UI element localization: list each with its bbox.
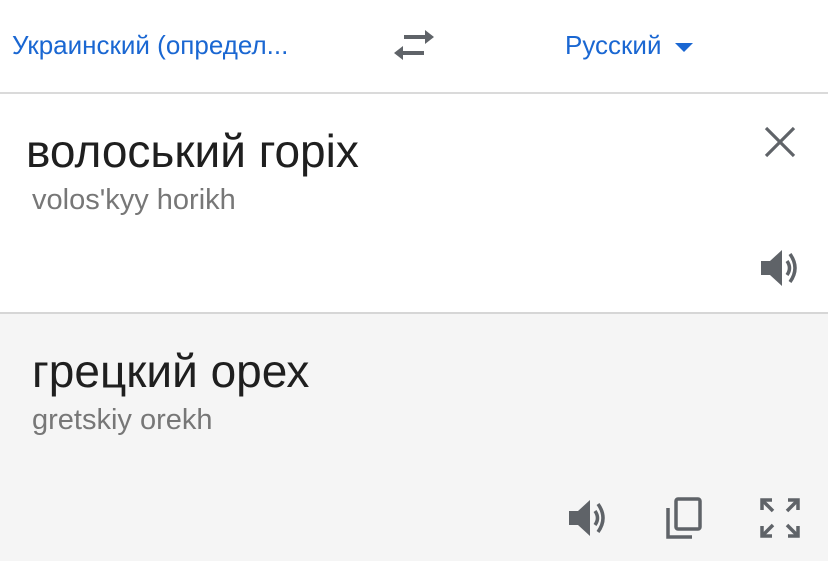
source-text[interactable]: волоський горіх <box>26 124 359 178</box>
translation-transliteration: gretskiy orekh <box>32 404 213 436</box>
target-language-label: Русский <box>565 30 662 60</box>
source-listen-button[interactable] <box>758 246 802 290</box>
translation-listen-button[interactable] <box>566 496 610 540</box>
copy-translation-button[interactable] <box>662 496 706 540</box>
fullscreen-button[interactable] <box>758 496 802 540</box>
target-language-selector[interactable]: Русский <box>565 30 694 61</box>
translation-panel: грецкий орех gretskiy orekh <box>0 314 828 561</box>
source-panel: волоський горіх volosʹkyy horikh <box>0 94 828 314</box>
close-icon <box>764 126 796 158</box>
source-language-selector[interactable]: Украинский (определ... <box>12 30 288 61</box>
swap-arrows-icon <box>394 30 434 60</box>
swap-languages-button[interactable] <box>392 28 436 62</box>
language-bar: Украинский (определ... Русский <box>0 0 828 94</box>
caret-down-icon <box>675 42 694 52</box>
clear-source-button[interactable] <box>762 124 798 160</box>
speaker-icon <box>569 500 605 536</box>
source-transliteration: volosʹkyy horikh <box>32 184 236 216</box>
fullscreen-icon <box>760 498 800 538</box>
speaker-icon <box>761 250 797 286</box>
translation-text: грецкий орех <box>32 345 310 397</box>
copy-icon <box>666 497 702 539</box>
